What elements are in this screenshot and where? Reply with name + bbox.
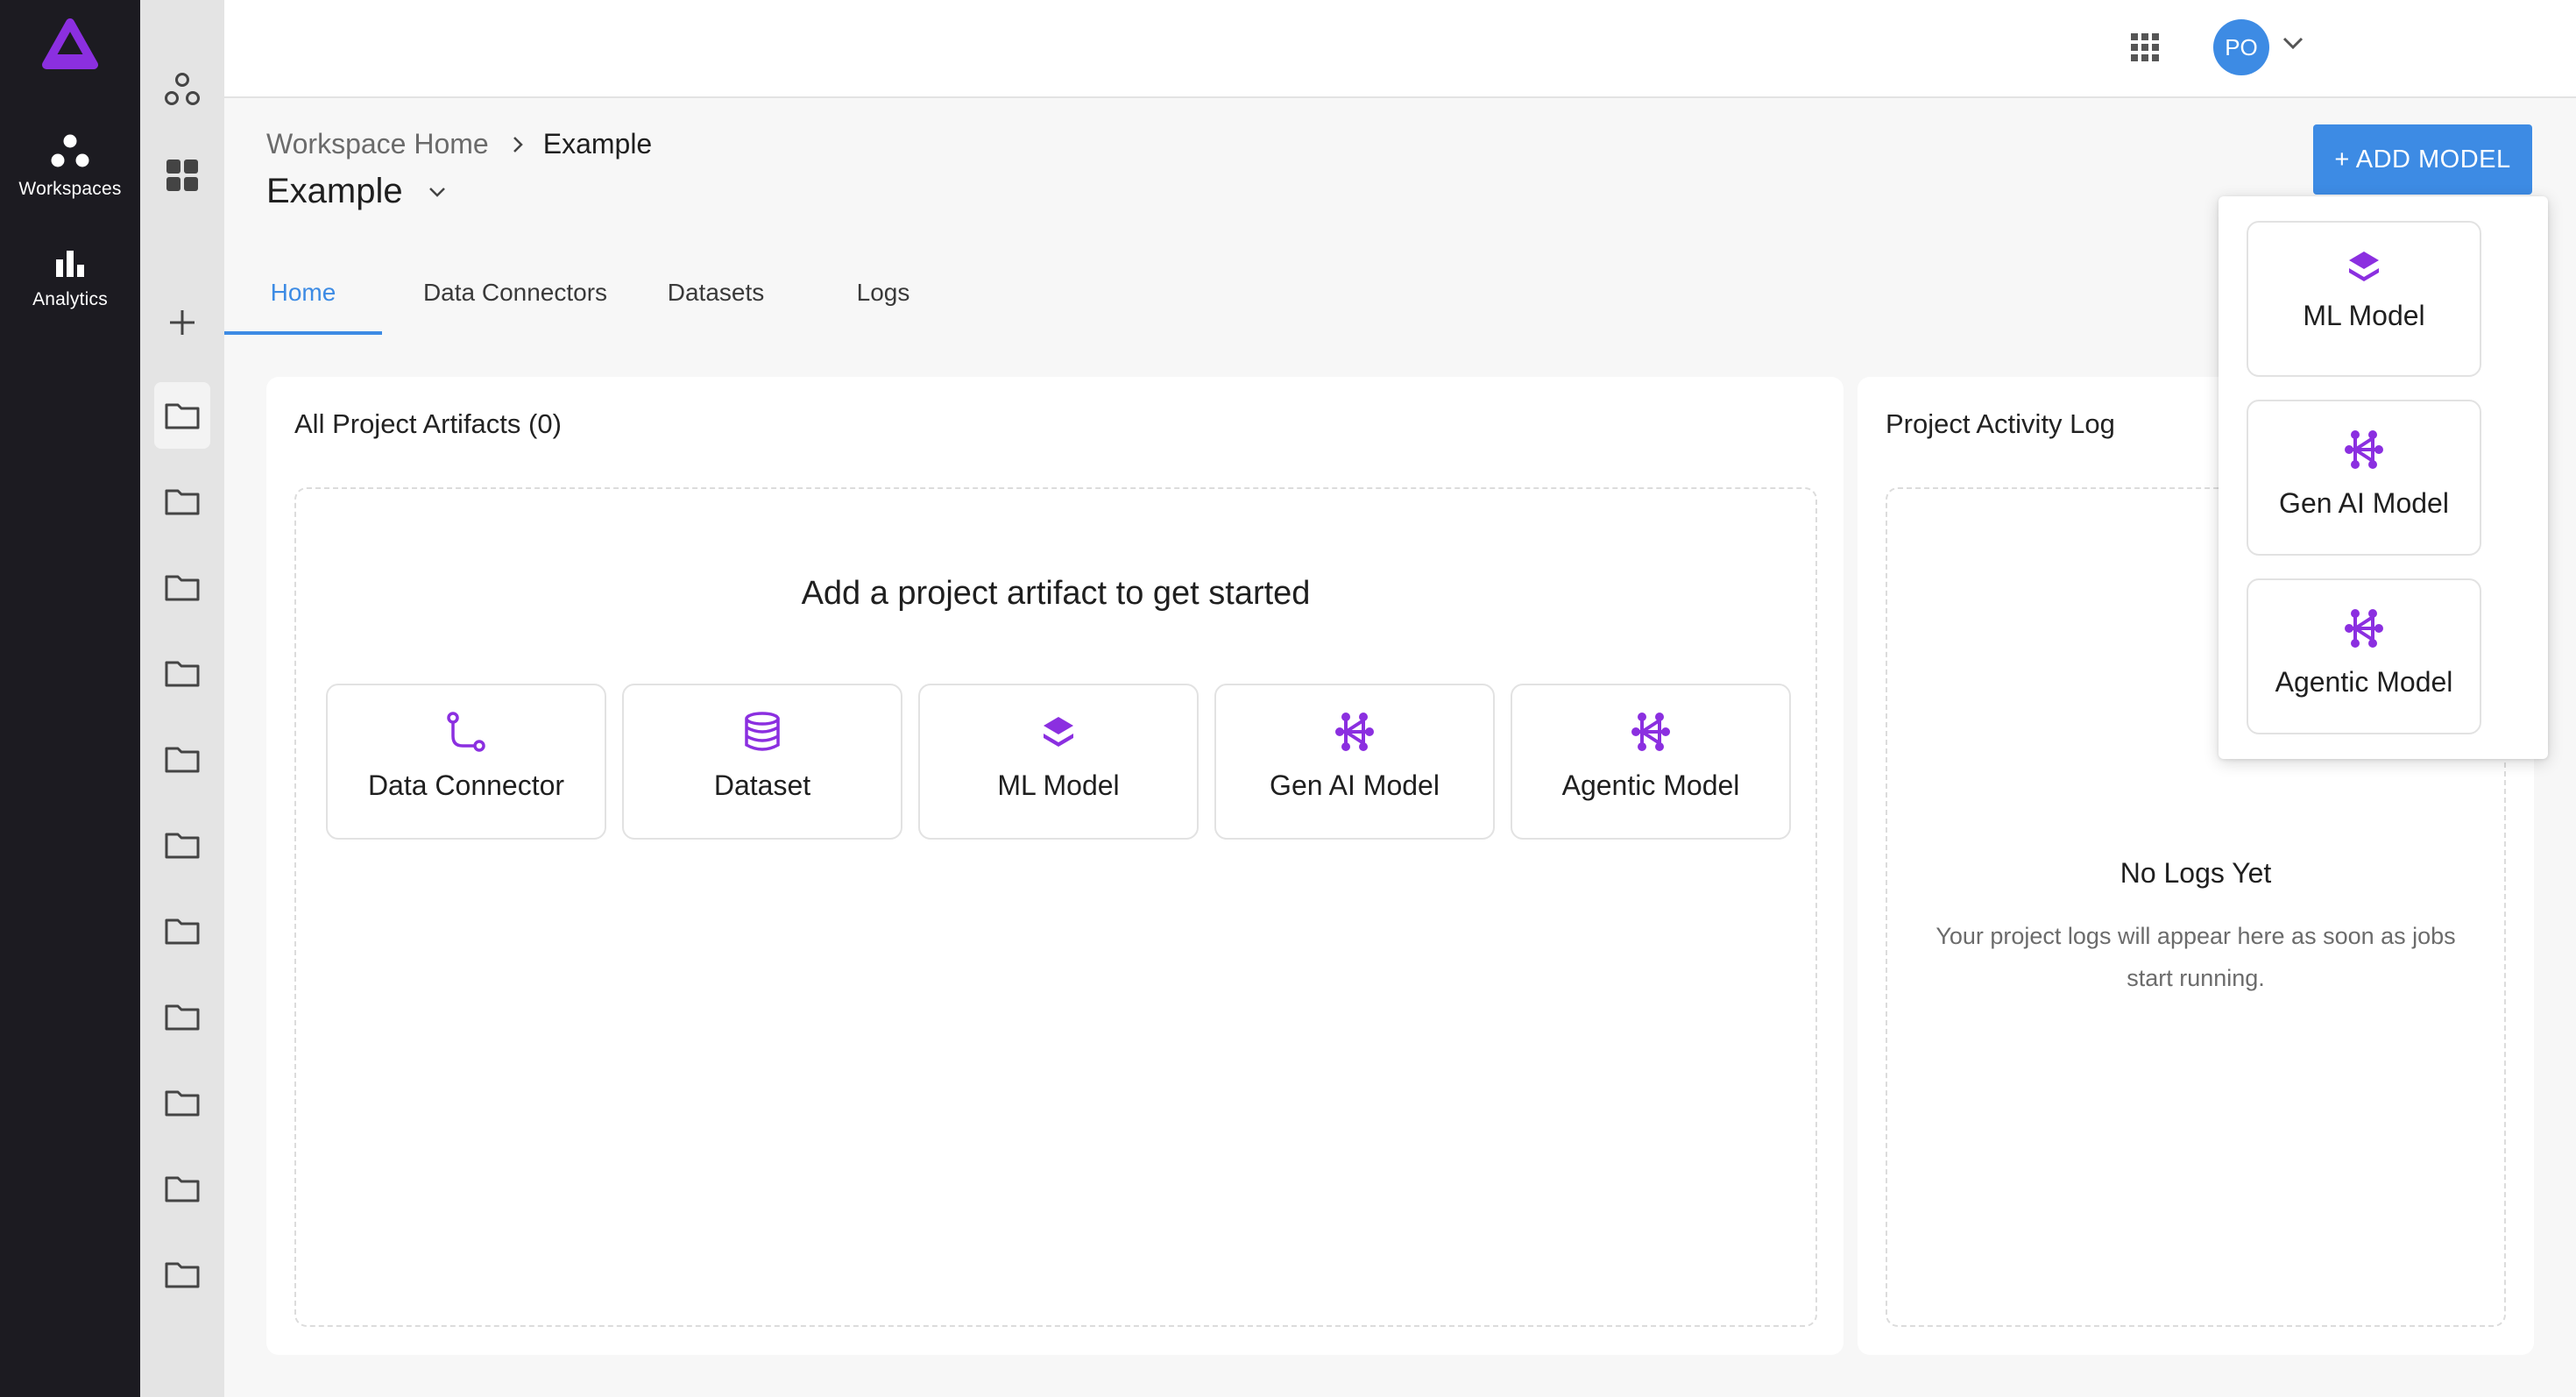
tab-home[interactable]: Home [224,263,382,335]
plus-icon [167,308,197,337]
tile-label: ML Model [997,769,1120,801]
menu-item-ml-model[interactable]: ML Model [2247,221,2481,377]
artifact-type-list: Data Connector Dataset ML Model Gen AI M… [326,684,1791,840]
add-project-button[interactable] [154,289,210,356]
chevron-right-icon [512,135,524,154]
hierarchy-icon [163,71,202,108]
apps-grid-icon[interactable] [2129,32,2161,63]
folder-icon [164,1174,201,1203]
add-gen-ai-model-tile[interactable]: Gen AI Model [1214,684,1495,840]
tile-label: Gen AI Model [1270,769,1440,801]
artifacts-title: All Project Artifacts (0) [294,408,562,439]
network-icon [2342,606,2386,650]
folder-icon [164,401,201,430]
layers-icon [2346,249,2381,284]
brand-logo-icon[interactable] [41,18,99,72]
dashboard-button[interactable] [154,142,210,209]
project-folder-button[interactable] [154,726,210,792]
add-model-menu: ML Model Gen AI Model Agentic Model [2219,196,2548,759]
folder-icon [164,1259,201,1289]
project-selector[interactable]: Example [266,172,447,211]
menu-item-label: ML Model [2303,300,2425,331]
chevron-down-icon[interactable] [2282,35,2304,51]
tile-label: Data Connector [367,769,565,801]
analytics-icon [54,249,86,279]
project-folder-button[interactable] [154,983,210,1050]
project-folder-button[interactable] [154,812,210,878]
hierarchy-button[interactable] [154,56,210,123]
tab-datasets[interactable]: Datasets [648,263,783,335]
chevron-down-icon [428,185,447,199]
add-agentic-model-tile[interactable]: Agentic Model [1511,684,1791,840]
empty-state-heading: Add a project artifact to get started [801,575,1311,612]
breadcrumb: Workspace Home Example [266,128,652,160]
primary-sidebar: Workspaces Analytics [0,0,140,1397]
network-icon [1629,710,1673,754]
artifacts-empty-state: Add a project artifact to get started Da… [294,487,1817,1327]
breadcrumb-current: Example [542,128,653,160]
tile-label: Agentic Model [1561,769,1740,801]
add-model-button[interactable]: + ADD MODEL [2313,124,2532,195]
user-avatar[interactable]: PO [2213,19,2269,75]
project-folder-button[interactable] [154,554,210,620]
tab-data-connectors[interactable]: Data Connectors [400,263,631,335]
data-connector-icon [444,710,488,754]
folder-icon [164,1002,201,1032]
project-folder-button[interactable] [154,1241,210,1308]
breadcrumb-workspace-home[interactable]: Workspace Home [266,128,489,160]
sidebar-item-label: Workspaces [18,179,122,199]
database-icon [740,710,784,754]
folder-icon [164,744,201,774]
activity-log-title: Project Activity Log [1886,408,2115,439]
network-icon [1333,710,1376,754]
menu-item-label: Agentic Model [2275,666,2453,698]
folder-icon [164,572,201,602]
folder-icon [164,486,201,516]
artifacts-card: All Project Artifacts (0) Add a project … [266,377,1844,1355]
project-folder-button[interactable] [154,1069,210,1136]
project-folder-button[interactable] [154,1155,210,1222]
tab-logs[interactable]: Logs [829,263,938,335]
sidebar-item-analytics[interactable]: Analytics [32,249,108,310]
empty-logs-title: No Logs Yet [2120,857,2272,889]
tile-label: Dataset [713,769,811,801]
sidebar-item-label: Analytics [32,289,108,309]
folder-icon [164,1088,201,1117]
menu-item-label: Gen AI Model [2279,487,2449,519]
project-folder-button[interactable] [154,640,210,706]
dashboard-grid-icon [165,158,200,193]
layers-icon [1037,710,1080,754]
page-title: Example [266,172,403,210]
add-ml-model-tile[interactable]: ML Model [918,684,1199,840]
network-icon [2342,428,2386,472]
project-folder-button[interactable] [154,897,210,964]
add-data-connector-tile[interactable]: Data Connector [326,684,606,840]
sidebar-item-workspaces[interactable]: Workspaces [18,133,121,200]
menu-item-agentic-model[interactable]: Agentic Model [2247,578,2481,734]
secondary-sidebar [140,0,224,1397]
empty-logs-description: Your project logs will appear here as so… [1936,923,2456,991]
folder-icon [164,916,201,946]
folder-icon [164,658,201,688]
project-folder-button[interactable] [154,468,210,535]
folder-icon [164,830,201,860]
add-dataset-tile[interactable]: Dataset [622,684,902,840]
menu-item-gen-ai-model[interactable]: Gen AI Model [2247,400,2481,556]
project-folder-button[interactable] [154,382,210,449]
workspaces-icon [50,133,90,168]
